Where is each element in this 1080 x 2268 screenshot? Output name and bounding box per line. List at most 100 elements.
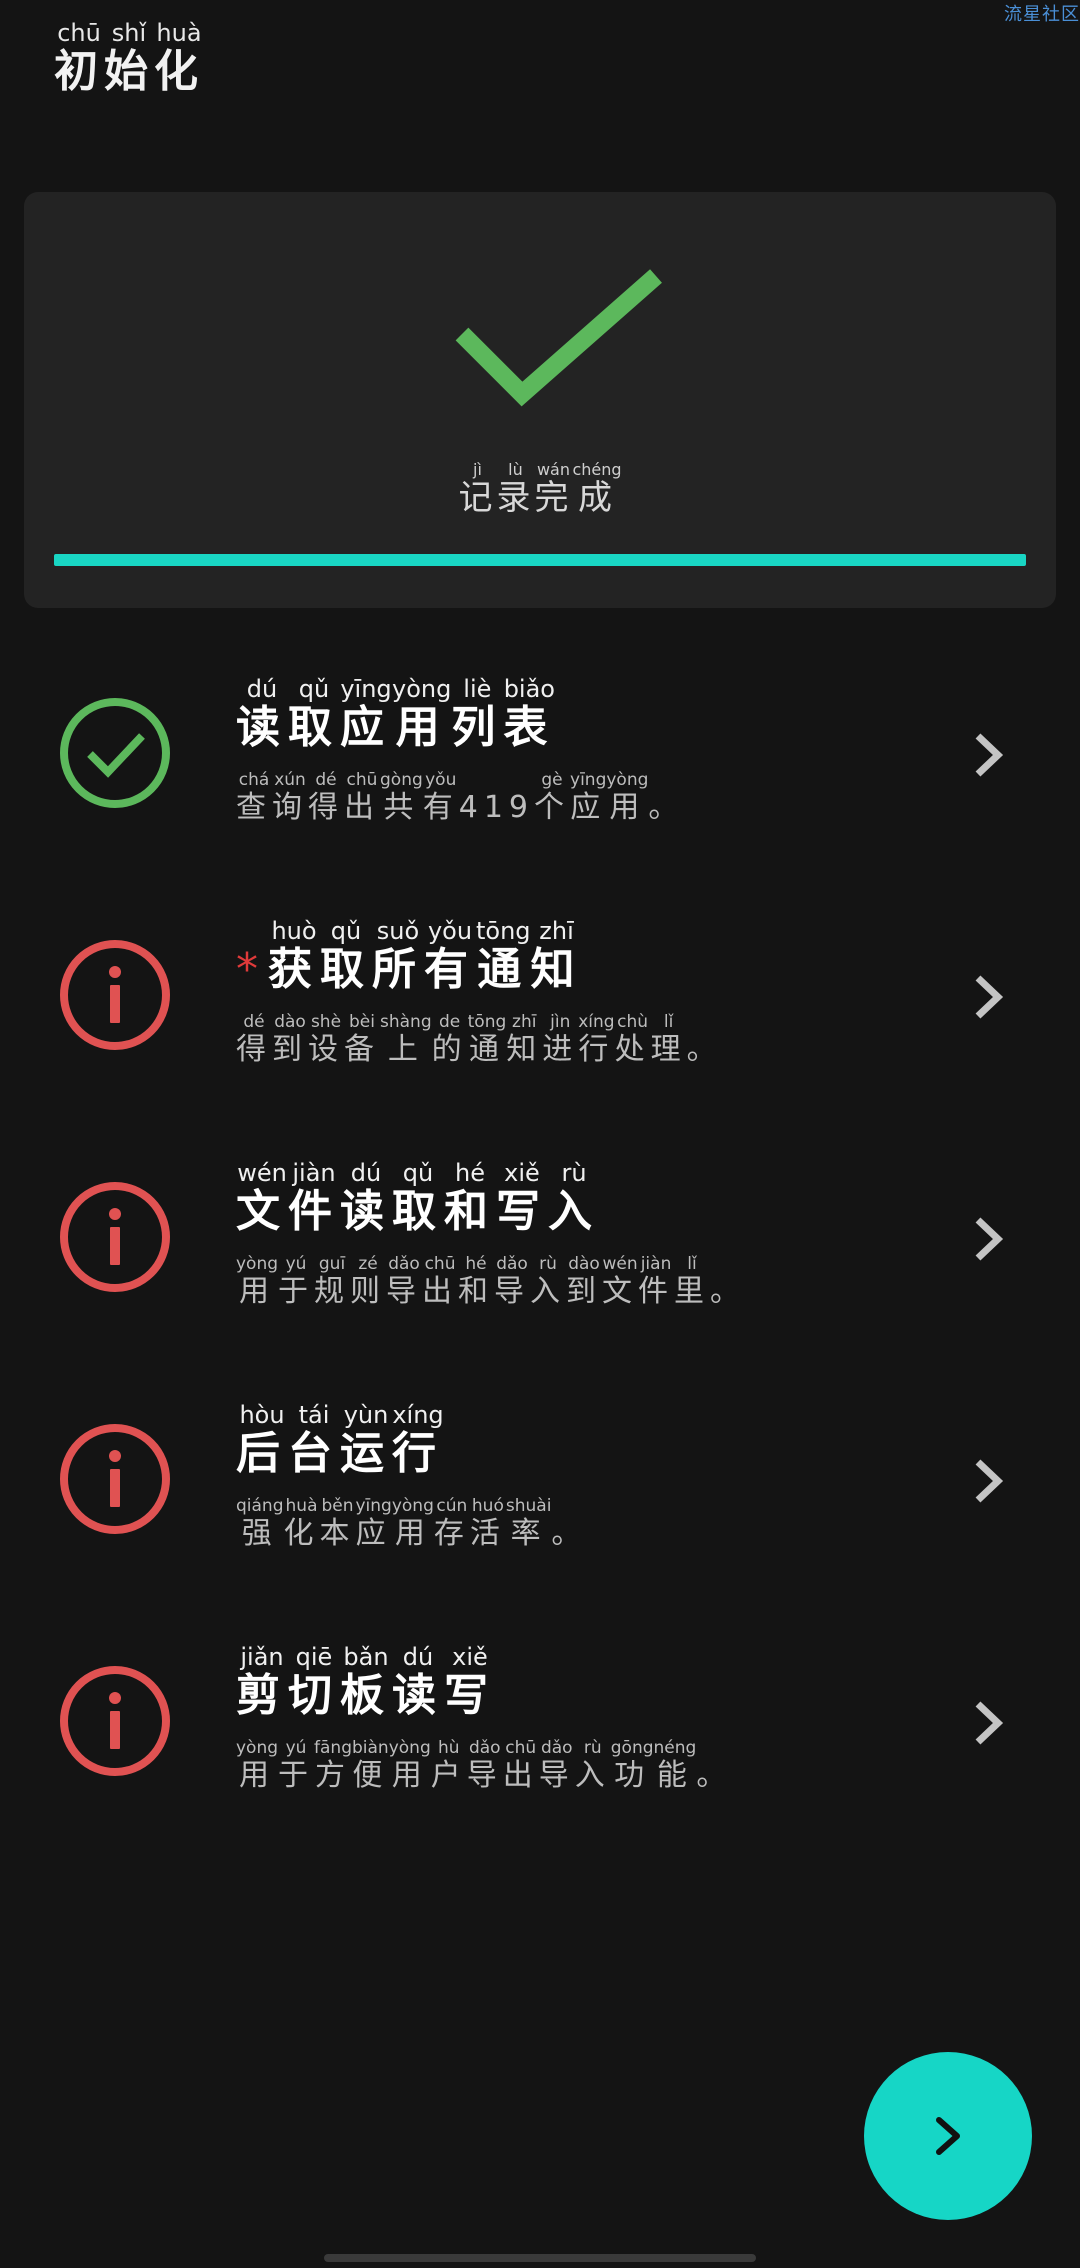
pinyin: rù [574, 1738, 611, 1758]
ruby-char: 419 [459, 790, 534, 825]
char: 设 [308, 1032, 344, 1067]
pinyin: shǐ [104, 19, 154, 47]
ruby-char: 。 [648, 790, 684, 825]
char: 能 [653, 1758, 697, 1793]
pinyin: chū [422, 1254, 459, 1274]
permission-item[interactable]: 后hòu台tái运yùn行xíng 强qiáng化huà本běn应yīng用yòn… [0, 1386, 1080, 1628]
chevron-right-icon[interactable] [966, 1214, 1010, 1264]
char: 件 [638, 1274, 675, 1309]
char: 入 [574, 1758, 611, 1793]
pinyin: cún [433, 1496, 470, 1516]
char: 到 [272, 1032, 308, 1067]
ruby-char: 功gōng [611, 1738, 654, 1793]
pinyin: běn [319, 1496, 356, 1516]
pinyin: qǔ [320, 917, 372, 945]
char: 于 [278, 1274, 315, 1309]
char: 和 [458, 1274, 495, 1309]
pinyin: tōng [476, 917, 531, 945]
ruby-char: 进jìn [542, 1012, 578, 1067]
pinyin: de [431, 1012, 468, 1032]
permission-item[interactable]: 剪jiǎn切qiē板bǎn读dú写xiě 用yòng于yú方fāng便biàn用y… [0, 1628, 1080, 1870]
permission-description: 得dé到dào设shè备bèi上shàng的de通tōng知zhī进jìn行xí… [236, 1012, 723, 1068]
char: 便 [352, 1758, 389, 1793]
ruby-char: 方fāng [314, 1738, 352, 1793]
ruby-char: 通tōng [467, 1012, 507, 1067]
char: 所 [372, 944, 424, 995]
home-indicator[interactable] [324, 2254, 756, 2262]
pinyin: yùn [340, 1401, 392, 1429]
pinyin: dào [566, 1254, 603, 1274]
pinyin: yīng [355, 1496, 392, 1516]
char: 入 [530, 1274, 567, 1309]
char: 读 [340, 1186, 392, 1237]
pinyin: bèi [344, 1012, 380, 1032]
pinyin: hé [458, 1254, 495, 1274]
pinyin: tái [288, 1401, 340, 1429]
char: 理 [650, 1032, 687, 1067]
chevron-right-icon[interactable] [966, 1698, 1010, 1748]
pinyin: biàn [352, 1738, 389, 1758]
char: 文 [602, 1274, 639, 1309]
pinyin: xíng [392, 1401, 444, 1429]
ruby-char: 写xiě [444, 1643, 496, 1721]
required-mark: * [236, 944, 266, 995]
pinyin: rù [548, 1159, 600, 1187]
char: 出 [502, 1758, 539, 1793]
char: 强 [236, 1516, 284, 1551]
pinyin: yǒu [422, 770, 459, 790]
ruby-char: 个gè [534, 770, 570, 825]
permission-title: *获huò取qǔ所suǒ有yǒu通tōng知zhī [236, 917, 583, 997]
chevron-right-icon[interactable] [966, 972, 1010, 1022]
pinyin: chéng [572, 460, 622, 479]
ruby-char: 读dú [392, 1643, 444, 1721]
pinyin: rù [530, 1254, 567, 1274]
info-circle-icon [60, 940, 170, 1050]
char: 通 [467, 1032, 507, 1067]
ruby-char: 出chū [422, 1254, 458, 1309]
ruby-char: 知zhī [531, 917, 583, 995]
next-arrow-icon [936, 2117, 960, 2155]
chevron-right-icon[interactable] [966, 1456, 1010, 1506]
ruby-char: 用yòng [606, 770, 648, 825]
chevron-right-icon[interactable] [966, 730, 1010, 780]
pinyin: biǎo [503, 675, 556, 703]
char: 录 [496, 478, 535, 518]
info-circle-icon [60, 1424, 170, 1534]
char: 用 [391, 1516, 434, 1551]
pinyin: liè [451, 675, 504, 703]
pinyin: gè [534, 770, 571, 790]
pinyin: jiàn [638, 1254, 675, 1274]
ruby-char: 有yǒu [424, 917, 476, 995]
ruby-char: 上shàng [380, 1012, 432, 1067]
ruby-char: 入rù [548, 1159, 600, 1237]
ruby-char: 。 [551, 1516, 587, 1551]
pinyin: dé [308, 770, 344, 790]
char: 行 [578, 1032, 615, 1067]
char: 应 [570, 790, 607, 825]
permission-item[interactable]: 文wén件jiàn读dú取qǔ和hé写xiě入rù 用yòng于yú规guī则zé… [0, 1144, 1080, 1386]
char: 通 [476, 944, 531, 995]
pinyin: hé [444, 1159, 496, 1187]
char: 文 [236, 1186, 288, 1237]
permission-description: 用yòng于yú规guī则zé导dǎo出chū和hé导dǎo入rù到dào文wé… [236, 1254, 746, 1310]
permission-item[interactable]: 读dú取qǔ应yīng用yòng列liè表biǎo 查chá询xún得dé出chū… [0, 660, 1080, 902]
char: 。 [551, 1516, 588, 1551]
pinyin: suǒ [372, 917, 424, 945]
ruby-char: 用yòng [388, 1738, 431, 1793]
ruby-char: 通tōng [476, 917, 531, 995]
permission-description: 强qiáng化huà本běn应yīng用yòng存cún活huó率shuài。 [236, 1496, 587, 1552]
ruby-char: 切qiē [288, 1643, 340, 1721]
permission-item[interactable]: *获huò取qǔ所suǒ有yǒu通tōng知zhī 得dé到dào设shè备bèi… [0, 902, 1080, 1144]
ruby-char: 应yīng [340, 675, 392, 753]
ruby-char: 出chū [344, 770, 380, 825]
next-button[interactable] [864, 2052, 1032, 2220]
char: 得 [236, 1032, 272, 1067]
char: 。 [648, 790, 685, 825]
permission-title: 后hòu台tái运yùn行xíng [236, 1401, 444, 1481]
ruby-char: 板bǎn [340, 1643, 392, 1721]
pinyin: jìn [542, 1012, 579, 1032]
char: 用 [388, 1758, 431, 1793]
char: 规 [314, 1274, 351, 1309]
pinyin: zhī [506, 1012, 543, 1032]
char: 板 [340, 1670, 392, 1721]
